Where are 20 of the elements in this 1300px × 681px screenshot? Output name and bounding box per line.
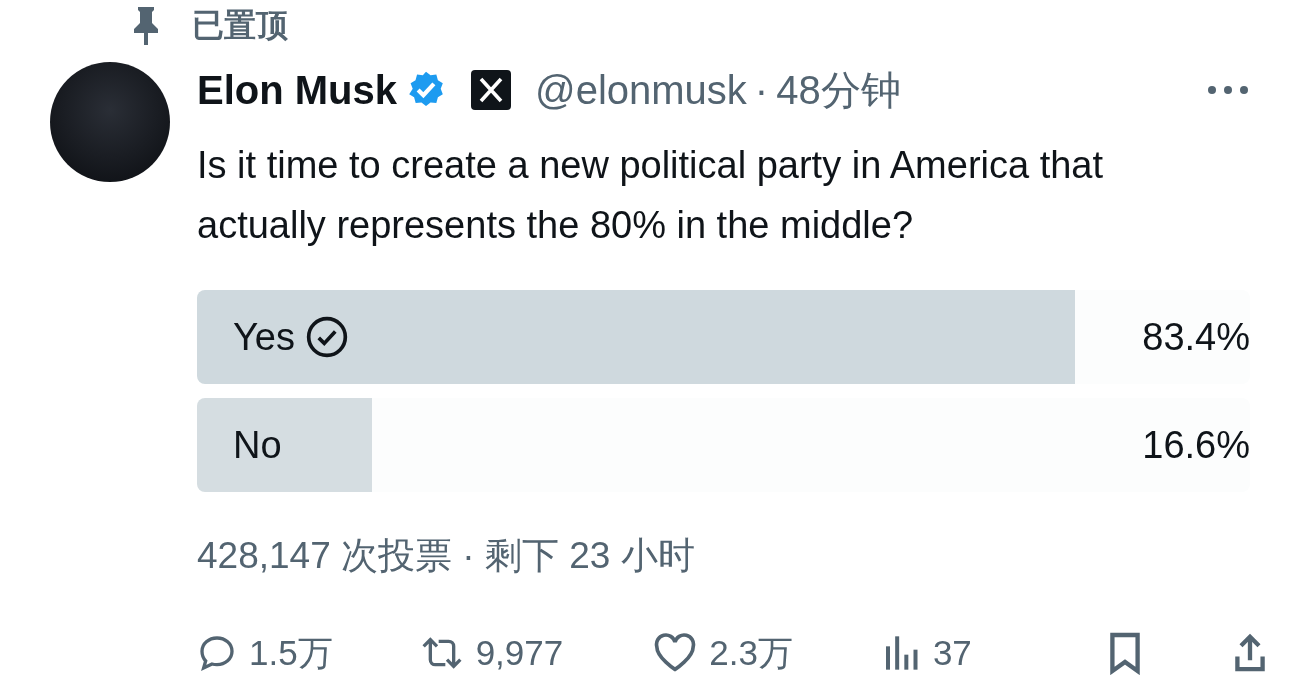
- pinned-label: 已置顶: [192, 6, 288, 45]
- poll-summary: 428,147 次投票 · 剩下 23 小时: [197, 535, 696, 577]
- author-handle: @elonmusk: [535, 67, 747, 114]
- author-name: Elon Musk: [197, 67, 398, 114]
- poll-option-label: No: [233, 422, 282, 468]
- post-time: 48分钟: [776, 67, 901, 114]
- check-circle-icon: [305, 315, 349, 359]
- separator-dot: ·: [754, 67, 769, 114]
- post-text: Is it time to create a new political party in America that actually represents the 80% in the middle?: [197, 143, 1105, 248]
- heart-icon[interactable]: [653, 633, 698, 673]
- views-count: 37: [932, 632, 972, 674]
- poll-option-label: Yes: [233, 314, 295, 360]
- poll-percent: 83.4%: [1142, 314, 1250, 360]
- reply-count: 1.5万: [249, 632, 333, 674]
- affiliate-badge-icon: [471, 70, 512, 110]
- like-count: 2.3万: [709, 632, 793, 674]
- repost-count: 9,977: [475, 632, 564, 674]
- poll-percent: 16.6%: [1142, 422, 1250, 468]
- more-icon[interactable]: [1206, 84, 1250, 96]
- reply-icon[interactable]: [197, 633, 237, 673]
